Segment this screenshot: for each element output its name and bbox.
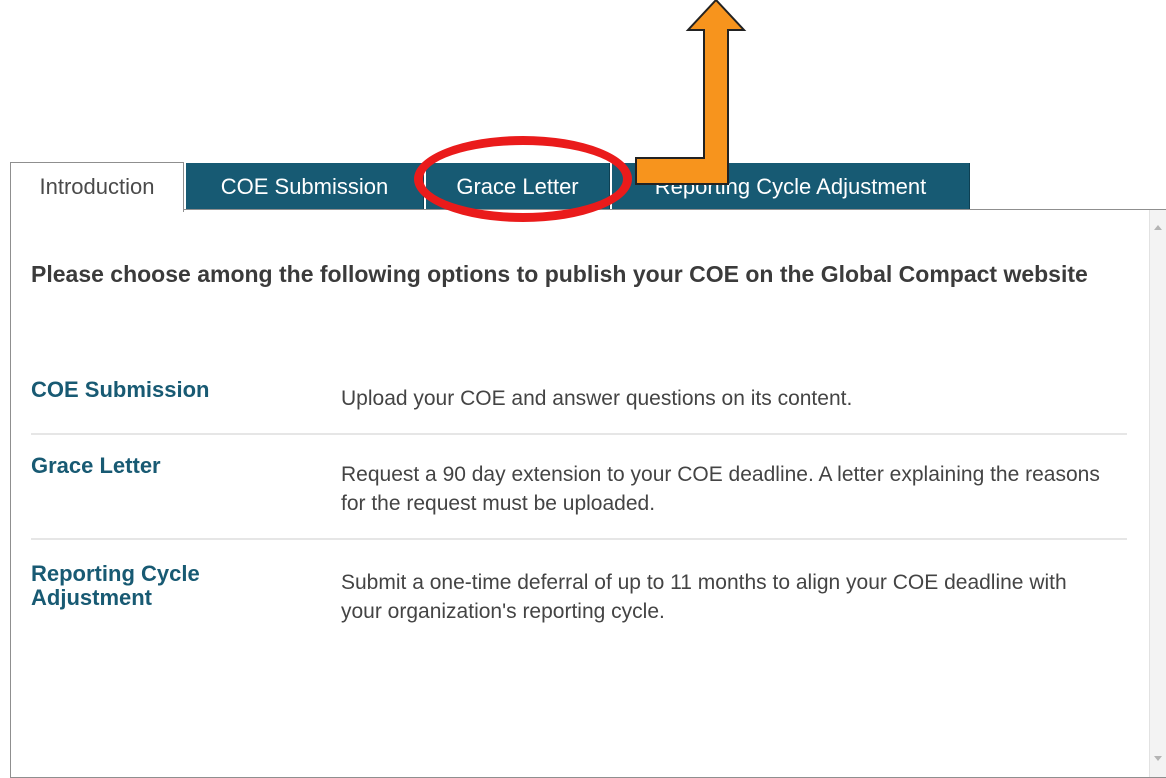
tab-content-panel: Please choose among the following option… <box>10 209 1166 778</box>
option-name-grace-letter[interactable]: Grace Letter <box>31 454 321 478</box>
option-description-grace-letter: Request a 90 day extension to your COE d… <box>341 463 1100 515</box>
tab-introduction[interactable]: Introduction <box>10 162 184 212</box>
option-name-reporting-cycle-adjustment[interactable]: Reporting Cycle Adjustment <box>31 562 321 610</box>
vertical-scrollbar[interactable] <box>1149 210 1166 777</box>
option-description-coe-submission: Upload your COE and answer questions on … <box>341 387 853 410</box>
tab-strip: Introduction COE Submission Grace Letter… <box>0 0 1166 212</box>
tab-coe-submission[interactable]: COE Submission <box>186 163 424 210</box>
tab-reporting-cycle-adjustment[interactable]: Reporting Cycle Adjustment <box>612 163 970 210</box>
page-heading: Please choose among the following option… <box>31 261 1088 287</box>
option-name-coe-submission[interactable]: COE Submission <box>31 378 321 402</box>
row-divider <box>31 538 1127 540</box>
row-divider <box>31 433 1127 435</box>
scroll-up-arrow-icon[interactable] <box>1154 225 1162 230</box>
option-description-reporting-cycle-adjustment: Submit a one-time deferral of up to 11 m… <box>341 571 1067 623</box>
tab-grace-letter[interactable]: Grace Letter <box>426 163 610 210</box>
scroll-down-arrow-icon[interactable] <box>1154 756 1162 761</box>
